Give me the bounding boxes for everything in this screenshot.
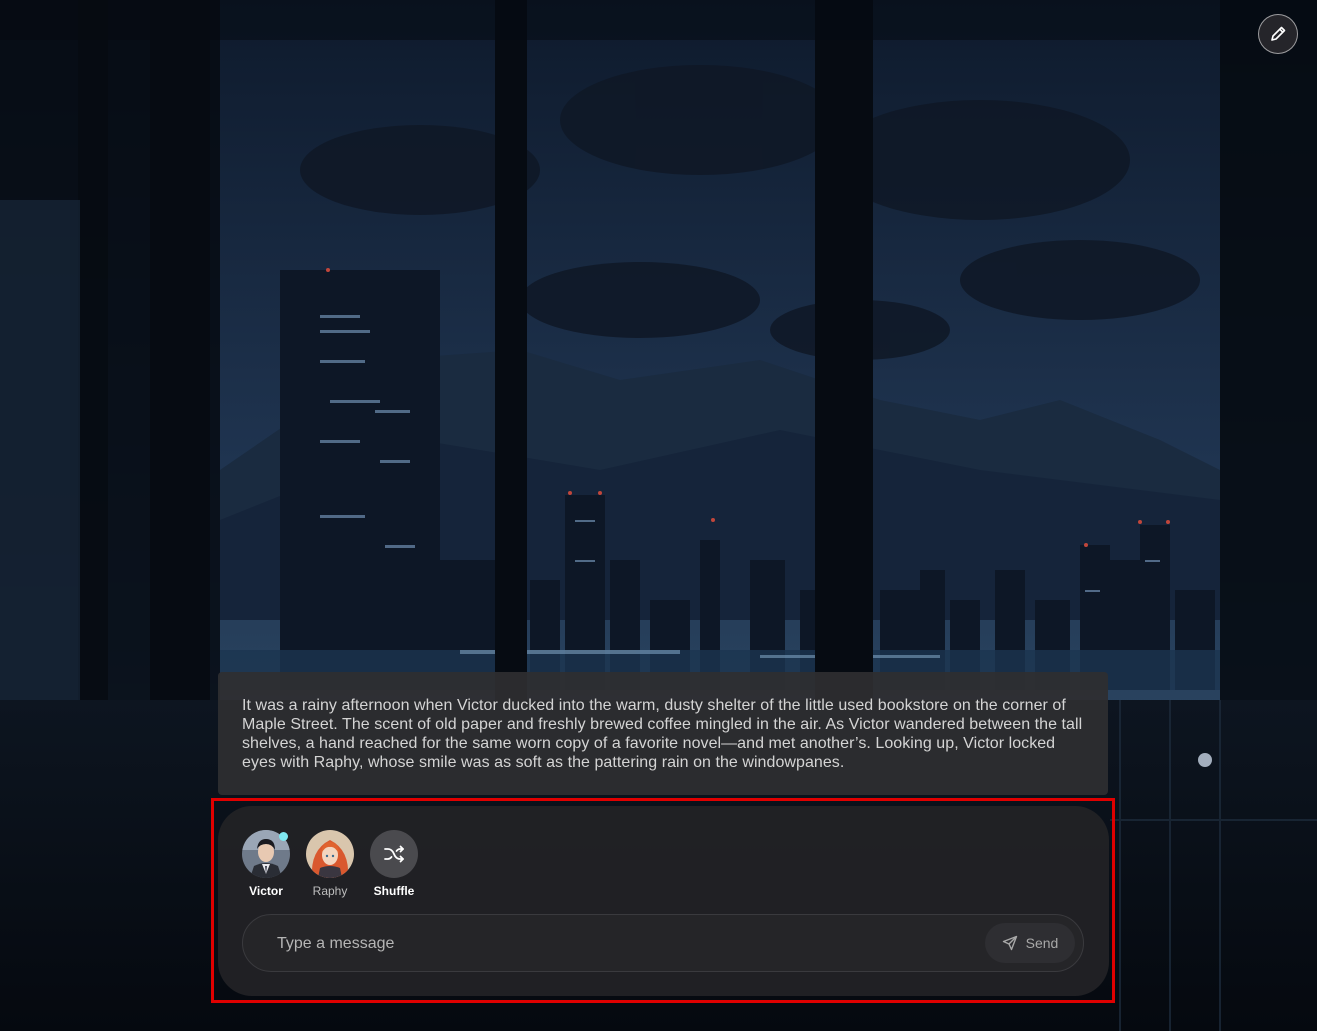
shuffle-label: Shuffle — [373, 884, 415, 898]
participant-list: Victor Raphy Shuffle — [242, 830, 418, 898]
shuffle-circle — [370, 830, 418, 878]
send-button[interactable]: Send — [985, 923, 1075, 963]
send-label: Send — [1025, 935, 1059, 951]
message-input[interactable] — [275, 931, 959, 957]
online-status-dot — [279, 832, 288, 841]
paper-plane-icon — [1002, 935, 1017, 951]
chat-composer-panel: Victor Raphy Shuffle Type a message Send — [218, 806, 1109, 996]
participant-name: Raphy — [312, 884, 348, 898]
pencil-icon — [1271, 26, 1286, 41]
participant-victor[interactable]: Victor — [242, 830, 290, 898]
edit-button[interactable] — [1258, 14, 1298, 54]
shuffle-icon — [384, 845, 404, 863]
raphy-portrait — [306, 830, 354, 878]
avatar-victor — [242, 830, 290, 878]
participant-name: Victor — [249, 884, 283, 898]
shuffle-button[interactable]: Shuffle — [370, 830, 418, 898]
message-composer: Send — [242, 914, 1084, 972]
story-narration: It was a rainy afternoon when Victor duc… — [218, 672, 1108, 795]
participant-raphy[interactable]: Raphy — [306, 830, 354, 898]
avatar-raphy — [306, 830, 354, 878]
